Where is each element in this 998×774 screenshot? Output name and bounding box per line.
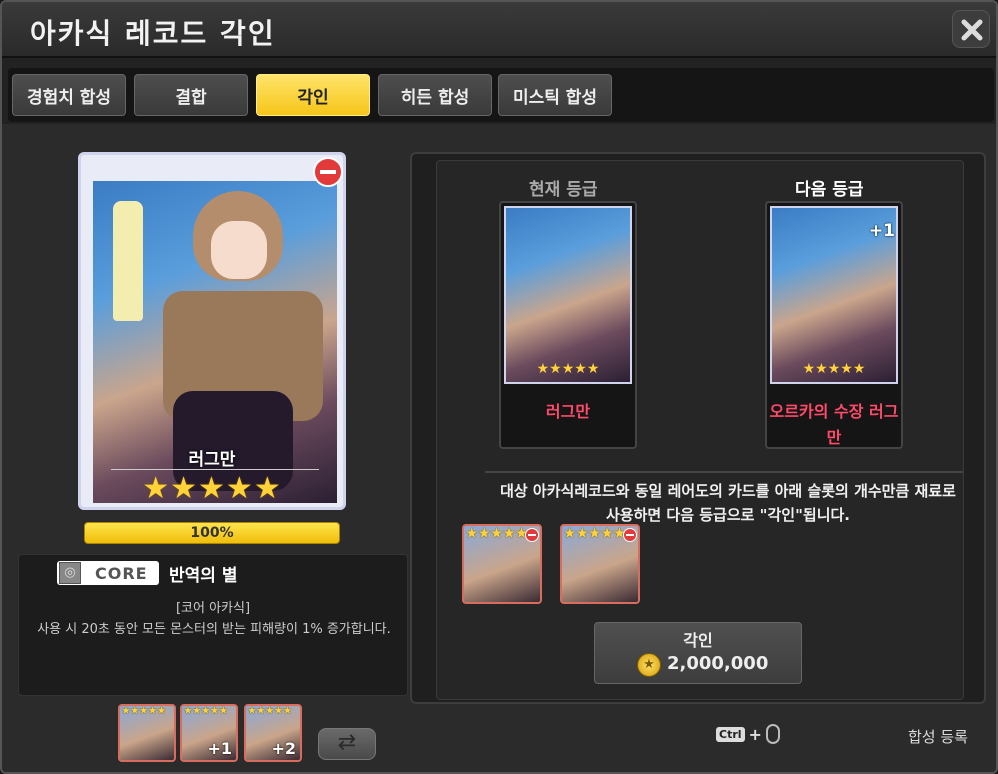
synthesis-register: 합성 등록 <box>908 728 968 746</box>
mouse-icon <box>765 724 780 744</box>
material-slot[interactable]: ★★★★★ <box>462 524 542 604</box>
card-illustration <box>504 206 632 384</box>
current-grade-card: ★★★★★ 러그만 <box>499 201 637 449</box>
close-icon <box>961 19 983 41</box>
next-grade-card: +1 ★★★★★ 오르카의 수장 러그만 <box>765 201 903 449</box>
window-title: 아카식 레코드 각인 <box>30 17 276 50</box>
core-icon: ◎ <box>59 562 81 584</box>
shortcut-hint: Ctrl + <box>716 724 780 744</box>
tab-hidden-synthesis[interactable]: 히든 합성 <box>378 74 492 116</box>
core-name: 반역의 별 <box>169 566 238 586</box>
card-name: 러그만 <box>545 402 591 421</box>
engrave-button[interactable]: 각인 ★ 2,000,000 <box>594 622 802 684</box>
core-badge: ◎ CORE <box>57 561 159 585</box>
engrave-cost: 2,000,000 <box>667 653 769 674</box>
tab-bar: 경험치 합성 결합 각인 히든 합성 미스틱 합성 <box>8 68 994 122</box>
card-name: 러그만 <box>188 450 236 470</box>
core-description: 사용 시 20초 동안 모든 몬스터의 받는 피해량이 1% 증가합니다. <box>37 622 391 637</box>
owned-card-slot[interactable]: ★★★★★ +1 <box>180 704 238 762</box>
remove-card-icon[interactable] <box>313 157 343 187</box>
plus-level: +1 <box>868 221 895 241</box>
material-slot[interactable]: ★★★★★ <box>560 524 640 604</box>
current-grade-label: 현재 등급 <box>529 180 598 200</box>
next-grade-label: 다음 등급 <box>795 180 864 200</box>
close-button[interactable] <box>952 10 990 48</box>
progress-bar: 100% <box>84 522 340 544</box>
card-stars: ★★★★★ <box>536 361 600 377</box>
title-bar: 아카식 레코드 각인 <box>2 2 996 58</box>
remove-material-icon[interactable] <box>623 528 637 542</box>
remove-material-icon[interactable] <box>525 528 539 542</box>
tab-mystic-synthesis[interactable]: 미스틱 합성 <box>498 74 612 116</box>
card-name: 오르카의 수장 러그만 <box>769 402 899 447</box>
tab-engrave[interactable]: 각인 <box>256 74 370 116</box>
ctrl-key: Ctrl <box>716 726 745 742</box>
card-stars: ★★★★★ <box>802 361 866 377</box>
content-area: 러그만 ★★★★★ 100% ◎ CORE 반역의 별 [코어 아카식] 사용 … <box>2 124 996 772</box>
coin-icon: ★ <box>637 653 661 677</box>
owned-card-slot[interactable]: ★★★★★ +2 <box>244 704 302 762</box>
tab-combine[interactable]: 결합 <box>134 74 248 116</box>
tab-exp-synthesis[interactable]: 경험치 합성 <box>12 74 126 116</box>
owned-card-slot[interactable]: ★★★★★ <box>118 704 176 762</box>
instruction-text: 대상 아카식레코드와 동일 레어도의 카드를 아래 슬롯의 개수만큼 재료로 사… <box>500 482 956 524</box>
engrave-window: 아카식 레코드 각인 경험치 합성 결합 각인 히든 합성 미스틱 합성 러그만… <box>0 0 998 774</box>
swap-icon: ⇄ <box>337 730 357 755</box>
core-type: [코어 아카식] <box>175 601 251 616</box>
core-info-panel: ◎ CORE 반역의 별 [코어 아카식] 사용 시 20초 동안 모든 몬스터… <box>18 554 408 696</box>
swap-button[interactable]: ⇄ <box>318 728 376 760</box>
main-card[interactable]: 러그만 ★★★★★ <box>78 152 346 510</box>
card-stars: ★★★★★ <box>142 471 282 506</box>
